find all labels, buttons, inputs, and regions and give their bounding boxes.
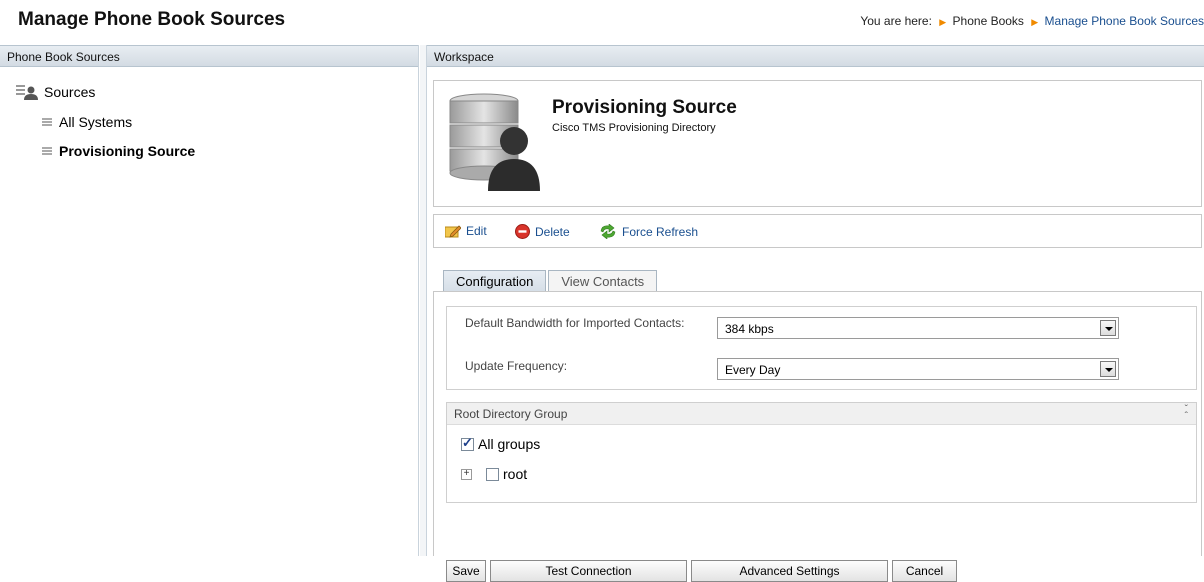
root-directory-group-box: Root Directory Group ˇˆ All groups + roo… [446, 402, 1197, 503]
page-header: Manage Phone Book Sources You are here: … [0, 0, 1204, 38]
all-groups-checkbox[interactable] [461, 435, 474, 451]
edit-button[interactable]: Edit [445, 224, 487, 238]
delete-icon [515, 224, 530, 239]
tree-item-all-systems[interactable]: All Systems [42, 114, 132, 130]
root-label: root [503, 466, 528, 482]
breadcrumb-arrow-icon: ▶ [1031, 17, 1039, 27]
test-connection-button[interactable]: Test Connection [490, 560, 687, 582]
chevron-down-icon[interactable] [1100, 320, 1116, 336]
tree-root-label: Sources [44, 84, 96, 100]
left-panel-header: Phone Book Sources [0, 45, 418, 67]
force-refresh-label: Force Refresh [622, 224, 699, 239]
breadcrumb-arrow-icon: ▶ [939, 17, 947, 27]
root-checkbox[interactable] [486, 467, 499, 481]
breadcrumb: You are here: ▶ Phone Books ▶ Manage Pho… [860, 14, 1204, 28]
delete-button[interactable]: Delete [515, 224, 570, 239]
root-option[interactable]: + root [461, 466, 527, 482]
workspace-panel: Workspace Provisioning Source Cisco TMS … [427, 45, 1204, 582]
all-groups-option[interactable]: All groups [461, 435, 541, 452]
force-refresh-button[interactable]: Force Refresh [599, 224, 698, 239]
source-info-box: Provisioning Source Cisco TMS Provisioni… [433, 80, 1202, 207]
cancel-button[interactable]: Cancel [892, 560, 957, 582]
update-frequency-value: Every Day [725, 363, 781, 377]
list-icon [42, 118, 52, 126]
bandwidth-select[interactable]: 384 kbps [717, 317, 1119, 339]
all-groups-label: All groups [478, 436, 541, 452]
panel-splitter[interactable] [420, 45, 427, 556]
sources-icon [16, 85, 38, 100]
tree-item-label: Provisioning Source [59, 143, 196, 159]
update-frequency-label: Update Frequency: [465, 359, 568, 373]
group-header[interactable]: Root Directory Group ˇˆ [447, 403, 1196, 425]
refresh-icon [600, 224, 616, 239]
bandwidth-value: 384 kbps [725, 322, 774, 336]
configuration-panel: Default Bandwidth for Imported Contacts:… [433, 291, 1202, 582]
settings-form: Default Bandwidth for Imported Contacts:… [446, 306, 1197, 390]
bandwidth-label: Default Bandwidth for Imported Contacts: [465, 316, 685, 330]
edit-label: Edit [466, 224, 487, 238]
source-type: Cisco TMS Provisioning Directory [552, 122, 716, 134]
tree-item-provisioning-source[interactable]: Provisioning Source [42, 143, 195, 159]
workspace-header: Workspace [427, 45, 1204, 67]
save-button[interactable]: Save [446, 560, 486, 582]
delete-label: Delete [535, 224, 570, 239]
breadcrumb-current[interactable]: Manage Phone Book Sources [1045, 14, 1204, 28]
breadcrumb-phone-books[interactable]: Phone Books [953, 14, 1024, 28]
tab-bar: Configuration View Contacts [443, 270, 658, 292]
update-frequency-select[interactable]: Every Day [717, 358, 1119, 380]
list-icon [42, 147, 52, 155]
tab-configuration[interactable]: Configuration [443, 270, 547, 292]
tab-view-contacts[interactable]: View Contacts [548, 270, 658, 292]
action-bar: Edit Delete Force Refresh [433, 214, 1202, 248]
tree-root-sources[interactable]: Sources [16, 84, 95, 100]
source-name: Provisioning Source [552, 97, 737, 118]
advanced-settings-button[interactable]: Advanced Settings [691, 560, 888, 582]
edit-icon [445, 225, 461, 238]
expand-icon[interactable]: + [461, 468, 472, 480]
collapse-icon[interactable]: ˇˆ [1185, 405, 1188, 422]
tree-item-label: All Systems [59, 114, 133, 130]
group-title: Root Directory Group [454, 407, 568, 421]
phone-book-sources-panel: Phone Book Sources Sources All Systems P… [0, 45, 419, 556]
breadcrumb-prefix: You are here: [860, 14, 932, 28]
chevron-down-icon[interactable] [1100, 361, 1116, 377]
database-user-icon [449, 93, 540, 191]
page-title: Manage Phone Book Sources [18, 9, 286, 30]
form-buttons: Save Test Connection Advanced Settings C… [446, 560, 961, 582]
